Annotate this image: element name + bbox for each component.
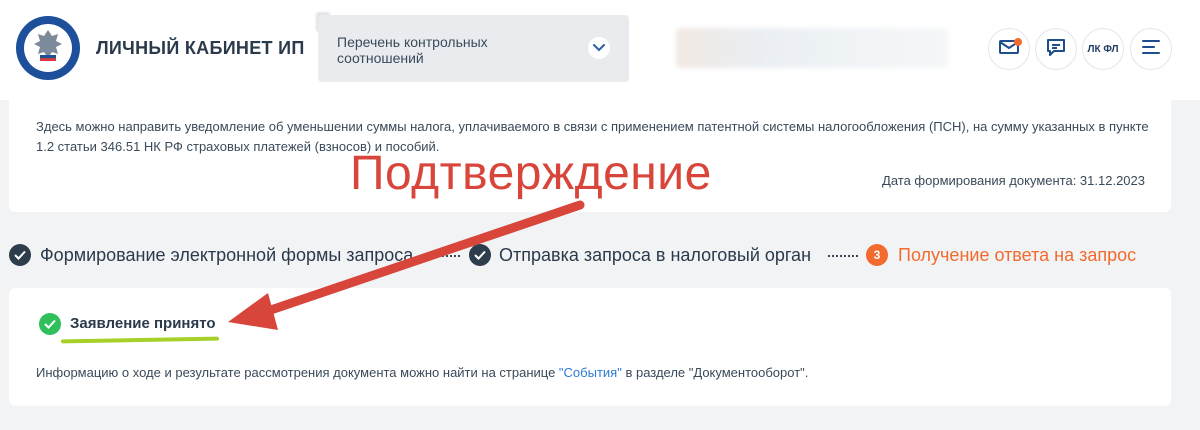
- section-select[interactable]: Перечень контрольных соотношений: [318, 15, 629, 82]
- chat-button[interactable]: [1035, 28, 1077, 70]
- progress-steps: Формирование электронной формы запроса О…: [9, 242, 1189, 272]
- lk-fl-button[interactable]: ЛК ФЛ: [1082, 28, 1124, 70]
- step-label-1: Формирование электронной формы запроса: [40, 245, 414, 265]
- logo-emblem-icon[interactable]: [14, 14, 82, 82]
- document-date: Дата формирования документа: 31.12.2023: [882, 173, 1145, 188]
- chat-icon: [1046, 37, 1066, 62]
- user-name-blurred: [676, 28, 948, 68]
- highlight-underline: [60, 336, 220, 344]
- section-select-value: Перечень контрольных соотношений: [337, 34, 488, 66]
- notification-dot: [1014, 38, 1022, 46]
- annotation-text: Подтверждение: [350, 147, 712, 200]
- mail-button[interactable]: [988, 28, 1030, 70]
- top-header: ЛИЧНЫЙ КАБИНЕТ ИП Перечень контрольных с…: [0, 0, 1200, 100]
- step-number-badge: 3: [866, 244, 888, 266]
- step-divider: [429, 255, 461, 257]
- step-divider: [827, 255, 859, 257]
- result-info-text: Информацию о ходе и результате рассмотре…: [36, 365, 559, 380]
- menu-button[interactable]: [1130, 28, 1172, 70]
- brand-title: ЛИЧНЫЙ КАБИНЕТ ИП: [96, 38, 305, 58]
- events-link[interactable]: "События": [559, 365, 622, 380]
- result-card: Заявление принято Информацию о ходе и ре…: [9, 288, 1171, 406]
- status-accepted: Заявление принято: [70, 315, 216, 332]
- chevron-down-icon[interactable]: [588, 37, 610, 59]
- success-check-icon: [39, 313, 61, 335]
- check-icon: [469, 244, 491, 266]
- result-info: Информацию о ходе и результате рассмотре…: [36, 365, 808, 380]
- step-label-2: Отправка запроса в налоговый орган: [499, 245, 812, 265]
- menu-icon: [1142, 39, 1160, 60]
- result-info-suffix: в разделе "Документооборот".: [621, 365, 809, 380]
- check-icon: [9, 244, 31, 266]
- step-label-3: Получение ответа на запрос: [898, 245, 1137, 265]
